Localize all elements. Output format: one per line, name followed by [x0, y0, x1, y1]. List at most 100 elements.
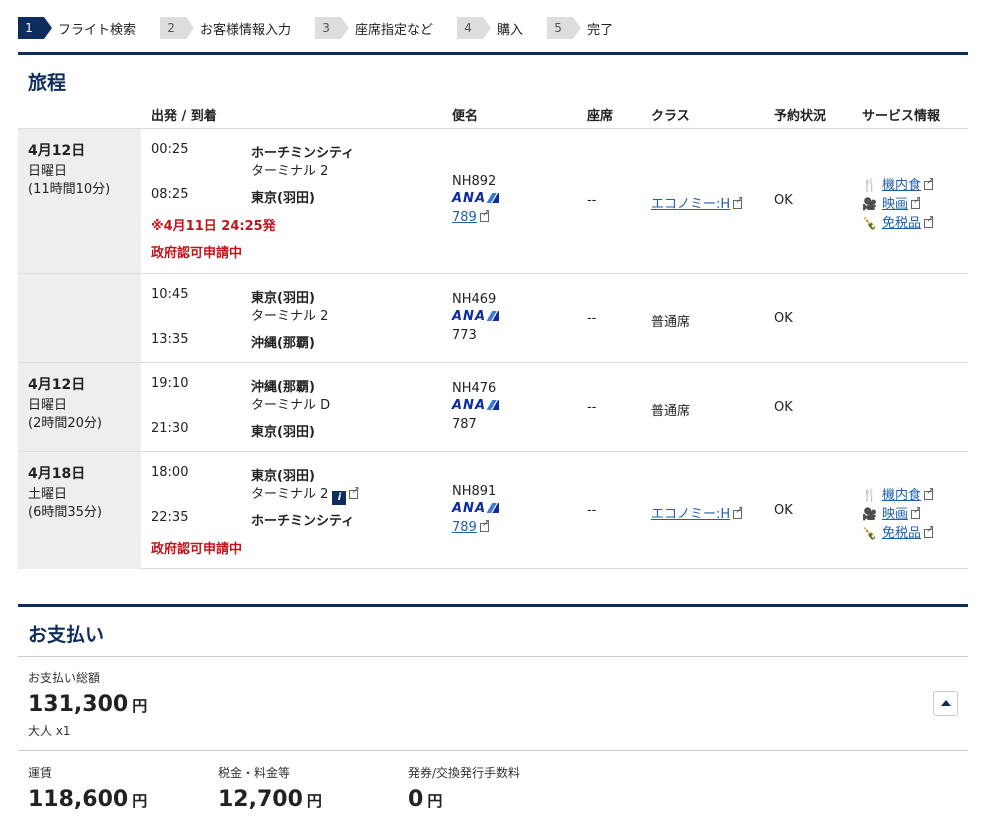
- external-link-icon: [911, 195, 921, 209]
- departure-note: ※4月11日 24:25発: [151, 219, 276, 234]
- itinerary-divider: [18, 52, 968, 55]
- step-purchase: 4 購入: [457, 17, 523, 39]
- step-number: 1: [18, 17, 52, 39]
- ana-logo: ANA: [452, 191, 500, 206]
- dep-time: 10:45: [151, 287, 189, 302]
- service-movie[interactable]: 🎥 映画: [862, 193, 921, 212]
- step-label: 座席指定など: [355, 22, 434, 38]
- dep-terminal: ターミナル 2: [251, 309, 329, 324]
- booking-status: OK: [774, 503, 793, 518]
- aircraft: 787: [452, 417, 477, 432]
- segment-row: 4月12日 日曜日 (11時間10分) 00:25 ホーチミンシティ ターミナル…: [18, 128, 968, 363]
- service-meal[interactable]: 🍴 機内食: [862, 484, 934, 503]
- booking-status: OK: [774, 311, 793, 326]
- fare-amount: 118,600 円: [28, 787, 148, 812]
- segment-row: 4月12日 日曜日 (2時間20分) 19:10 沖縄(那覇) ターミナル D …: [18, 362, 968, 452]
- external-link-icon: [924, 214, 934, 228]
- dep-city: 沖縄(那覇): [251, 380, 315, 395]
- aircraft-link[interactable]: 789: [452, 208, 490, 225]
- flight-number: NH891: [452, 484, 497, 499]
- step-seat-selection: 3 座席指定など: [315, 17, 433, 39]
- service-dutyfree[interactable]: 🍾 免税品: [862, 212, 934, 231]
- flight-number: NH469: [452, 292, 497, 307]
- booking-status: OK: [774, 193, 793, 208]
- day-date: 4月18日: [28, 466, 86, 482]
- external-link-icon: [733, 195, 744, 209]
- collapse-button[interactable]: [933, 691, 958, 716]
- ana-logo: ANA: [452, 501, 500, 516]
- dep-time: 19:10: [151, 376, 189, 391]
- arr-city: 東京(羽田): [251, 191, 315, 206]
- ana-logo: ANA: [452, 309, 500, 324]
- seat: --: [587, 400, 597, 415]
- dep-city: 東京(羽田): [251, 291, 315, 306]
- total-label: お支払い総額: [28, 671, 101, 685]
- seat: --: [587, 503, 597, 518]
- fee-amount: 0円: [408, 787, 443, 812]
- fare-label: 運賃: [28, 766, 53, 780]
- day-duration: (6時間35分): [28, 505, 102, 520]
- step-label: フライト検索: [58, 22, 137, 38]
- dep-terminal: ターミナル D: [251, 398, 331, 413]
- dep-city: 東京(羽田): [251, 469, 315, 484]
- seat: --: [587, 311, 597, 326]
- seat: --: [587, 193, 597, 208]
- day-date: 4月12日: [28, 377, 86, 393]
- service-meal[interactable]: 🍴 機内食: [862, 174, 934, 193]
- info-icon[interactable]: i: [332, 491, 347, 505]
- film-camera-icon: 🎥: [862, 197, 877, 211]
- flight-number: NH892: [452, 174, 497, 189]
- arr-city: ホーチミンシティ: [251, 514, 355, 529]
- booking-status: OK: [774, 400, 793, 415]
- passenger-count: 大人 x1: [28, 724, 71, 738]
- arr-time: 08:25: [151, 187, 189, 202]
- segment-row: 4月18日 土曜日 (6時間35分) 18:00 東京(羽田) ターミナル 2i…: [18, 451, 968, 569]
- step-label: 購入: [497, 22, 524, 38]
- ana-logo: ANA: [452, 398, 500, 413]
- bottle-icon: 🍾: [862, 526, 877, 540]
- film-camera-icon: 🎥: [862, 507, 877, 521]
- cutlery-icon: 🍴: [862, 488, 877, 502]
- service-dutyfree[interactable]: 🍾 免税品: [862, 522, 934, 541]
- class: 普通席: [651, 404, 691, 419]
- external-link-icon: [479, 518, 490, 532]
- step-number: 3: [315, 17, 350, 39]
- day-cell: 4月18日 土曜日 (6時間35分): [18, 452, 141, 569]
- external-link-icon: [924, 176, 934, 190]
- step-label: 完了: [587, 22, 614, 38]
- service-movie[interactable]: 🎥 映画: [862, 503, 921, 522]
- dep-terminal: ターミナル 2: [251, 164, 329, 179]
- progress-steps: 1 フライト検索 2 お客様情報入力 3 座席指定など 4 購入 5 完了: [18, 17, 637, 39]
- flight-number: NH476: [452, 381, 497, 396]
- day-duration: (2時間20分): [28, 416, 102, 431]
- total-amount: 131,300 円: [28, 692, 148, 717]
- payment-title: お支払い: [28, 624, 105, 646]
- step-number: 2: [160, 17, 195, 39]
- step-number: 5: [547, 17, 582, 39]
- approval-status: 政府認可申請中: [151, 542, 243, 557]
- class: 普通席: [651, 315, 691, 330]
- step-complete: 5 完了: [547, 17, 613, 39]
- day-weekday: 土曜日: [28, 487, 68, 502]
- step-customer-info: 2 お客様情報入力: [160, 17, 291, 39]
- dep-city: ホーチミンシティ: [251, 146, 355, 161]
- class-link[interactable]: エコノミー:H: [651, 193, 744, 212]
- header-status: 予約状況: [774, 109, 827, 124]
- dep-time: 00:25: [151, 142, 189, 157]
- arr-time: 22:35: [151, 510, 189, 525]
- external-link-icon: [733, 505, 744, 519]
- day-weekday: 日曜日: [28, 398, 68, 413]
- header-dep-arr: 出発 / 到着: [151, 109, 217, 124]
- external-link-icon: [479, 208, 490, 222]
- tax-label: 税金・料金等: [218, 766, 291, 780]
- segment-row: 10:45 東京(羽田) ターミナル 2 13:35 沖縄(那覇) NH469 …: [18, 273, 968, 362]
- aircraft-link[interactable]: 789: [452, 518, 490, 535]
- day-weekday: 日曜日: [28, 164, 68, 179]
- class-link[interactable]: エコノミー:H: [651, 503, 744, 522]
- external-link-icon: [924, 486, 934, 500]
- step-label: お客様情報入力: [200, 22, 292, 38]
- payment-divider: [18, 604, 968, 607]
- header-flight: 便名: [452, 109, 479, 124]
- day-duration: (11時間10分): [28, 182, 111, 197]
- external-link-icon: [924, 524, 934, 538]
